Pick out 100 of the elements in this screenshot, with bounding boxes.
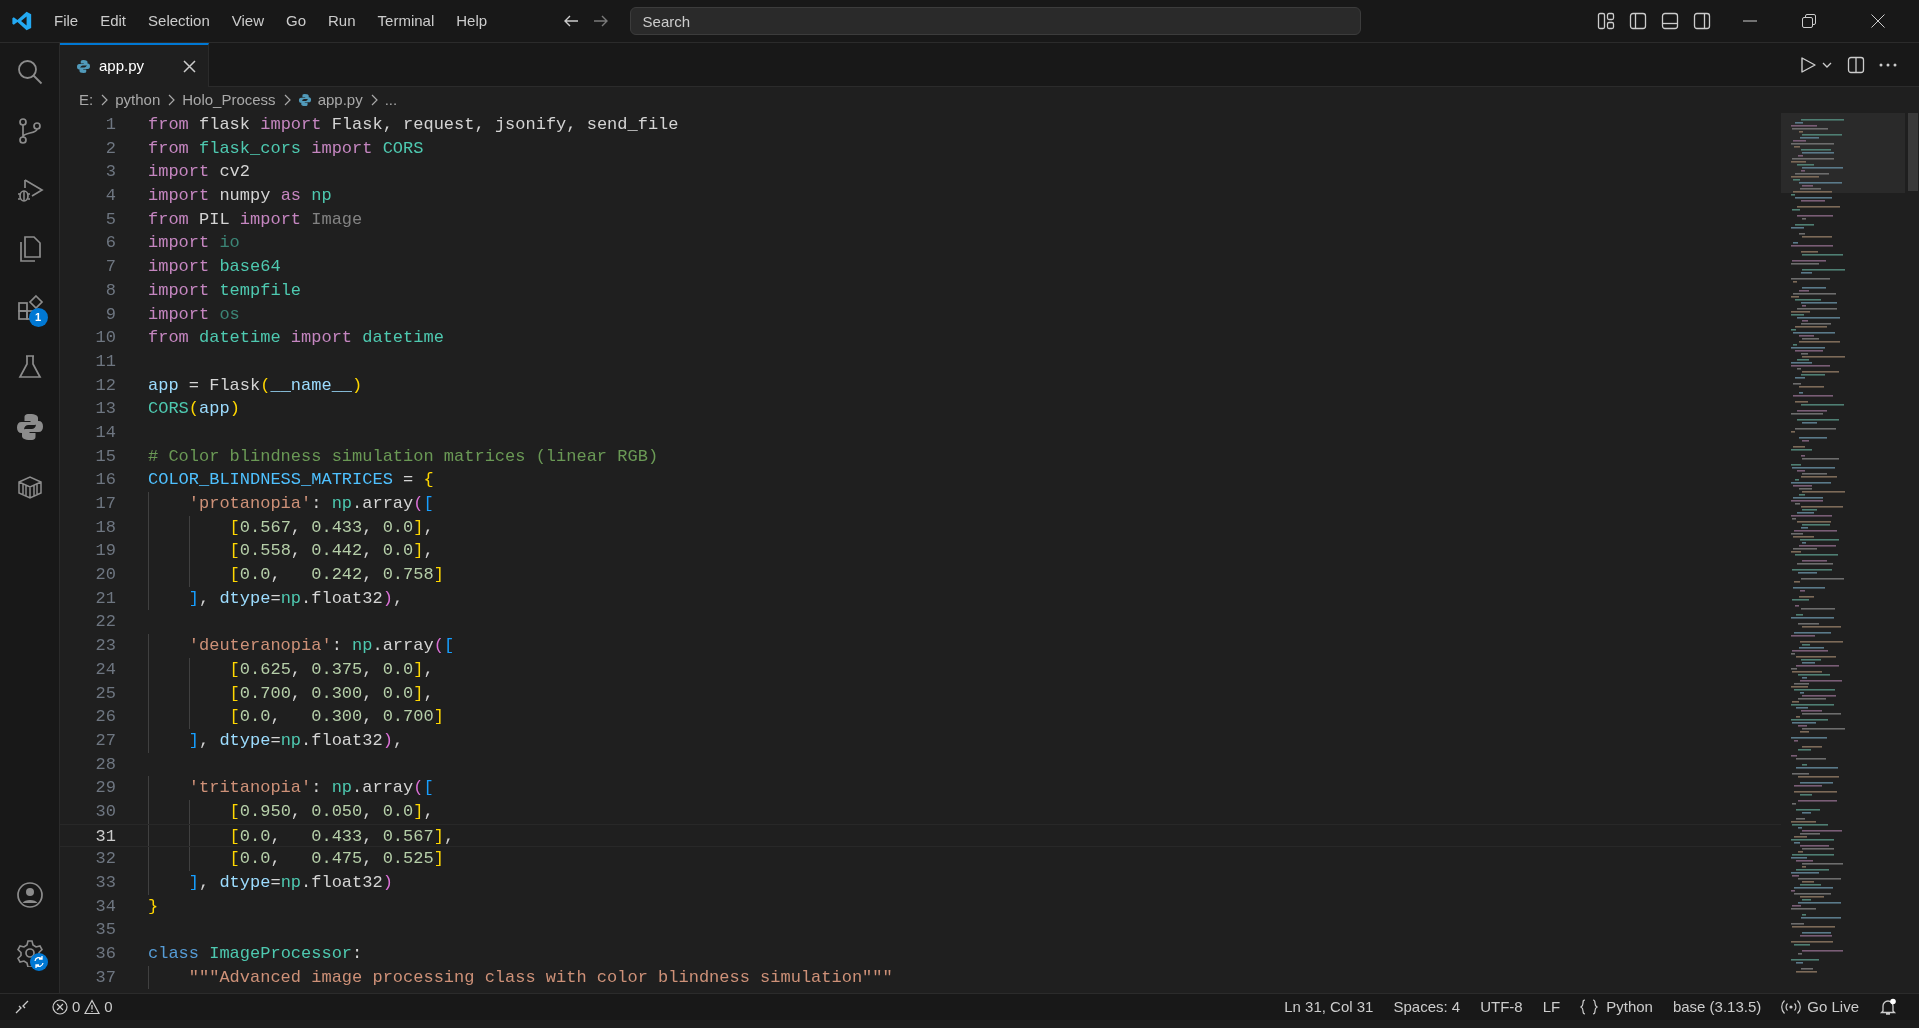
extensions-icon[interactable] xyxy=(15,294,44,322)
line-number: 6 xyxy=(104,232,116,255)
line-number: 8 xyxy=(104,279,116,302)
line-number: 17 xyxy=(94,493,116,515)
search-field[interactable]: Search xyxy=(629,7,1361,35)
warning-icon[interactable] xyxy=(84,999,101,1015)
bottom-panel-icon[interactable] xyxy=(1661,12,1679,30)
play-bug-icon[interactable] xyxy=(15,176,44,204)
code-line: ], dtype=np.float32), xyxy=(187,730,404,750)
line-ending-status[interactable]: LF xyxy=(1542,995,1561,1019)
breadcrumb-item[interactable]: E: xyxy=(79,88,94,112)
split-editor-icon[interactable] xyxy=(1847,55,1865,74)
code-line: ], dtype=np.float32) xyxy=(187,873,393,892)
bell-icon[interactable] xyxy=(1879,998,1897,1016)
broadcast-icon[interactable] xyxy=(1781,999,1802,1015)
code-line: COLOR_BLINDNESS_MATRICES = { xyxy=(148,470,434,490)
snake-icon xyxy=(76,58,91,74)
code-line: import os xyxy=(148,304,240,324)
cursor-position[interactable]: Ln 31, Col 31 xyxy=(1284,995,1374,1019)
go-live-status[interactable]: Go Live xyxy=(1807,995,1859,1019)
line-number: 28 xyxy=(94,753,116,776)
box-icon[interactable] xyxy=(15,473,44,501)
line-number: 13 xyxy=(94,398,116,421)
line-number: 36 xyxy=(94,943,116,966)
line-number: 14 xyxy=(94,421,116,444)
chevron-right-icon xyxy=(166,94,177,106)
sync-badge-icon xyxy=(29,953,48,971)
language-status[interactable]: Python xyxy=(1606,995,1653,1019)
search-icon[interactable] xyxy=(15,58,44,86)
braces-icon[interactable] xyxy=(1580,999,1599,1015)
line-number: 32 xyxy=(94,848,116,871)
warning-count[interactable]: 0 xyxy=(104,995,113,1019)
code-line: from PIL import Image xyxy=(148,209,363,229)
line-number: 31 xyxy=(94,825,116,847)
line-number: 12 xyxy=(94,374,116,397)
left-panel-icon[interactable] xyxy=(1629,12,1647,30)
remote-icon[interactable] xyxy=(14,999,30,1015)
line-number: 9 xyxy=(104,303,116,326)
line-number: 11 xyxy=(94,350,116,373)
breadcrumb-item[interactable]: Holo_Process xyxy=(182,88,276,112)
breadcrumb-item[interactable]: python xyxy=(115,88,161,112)
menu-item[interactable]: Run xyxy=(318,6,366,36)
code-comment: # Color blindness simulation matrices (linear RGB) xyxy=(148,446,659,466)
more-icon[interactable] xyxy=(1879,62,1897,67)
code-line: CORS(app) xyxy=(148,399,240,419)
code-line: import base64 xyxy=(148,257,281,277)
line-number: 37 xyxy=(94,966,116,989)
breadcrumb-item[interactable]: ... xyxy=(384,88,398,112)
error-icon[interactable] xyxy=(52,999,68,1015)
menu-item[interactable]: Selection xyxy=(138,6,220,36)
code-line: [0.0, 0.242, 0.758] xyxy=(228,565,444,585)
chevron-right-icon xyxy=(99,94,110,106)
indentation-status[interactable]: Spaces: 4 xyxy=(1393,995,1461,1019)
code-line: [0.625, 0.375, 0.0], xyxy=(228,659,434,679)
code-line: from datetime import datetime xyxy=(148,328,444,348)
line-number: 22 xyxy=(94,611,116,634)
code-line: [0.558, 0.442, 0.0], xyxy=(228,541,434,561)
gear-icon[interactable] xyxy=(15,939,44,967)
line-number: 23 xyxy=(94,635,116,658)
line-number: 20 xyxy=(94,564,116,587)
close-icon[interactable] xyxy=(183,59,196,73)
code-line: [0.700, 0.300, 0.0], xyxy=(228,683,434,703)
code-line: [0.950, 0.050, 0.0], xyxy=(228,801,434,821)
breadcrumb-item[interactable]: app.py xyxy=(297,88,363,112)
right-panel-icon[interactable] xyxy=(1693,12,1711,30)
line-number: 27 xyxy=(94,729,116,752)
menu-item[interactable]: File xyxy=(44,6,89,36)
menu-item[interactable]: Help xyxy=(446,6,498,36)
menu-item[interactable]: Terminal xyxy=(367,6,445,36)
menu-item[interactable]: View xyxy=(221,6,274,36)
menu-item[interactable]: Edit xyxy=(90,6,137,36)
close-icon[interactable] xyxy=(1871,14,1885,28)
code-line: ], dtype=np.float32), xyxy=(187,588,404,608)
line-number: 16 xyxy=(94,469,116,492)
code-line: import cv2 xyxy=(148,162,251,182)
code-line: import numpy as np xyxy=(148,186,332,206)
interpreter-status[interactable]: base (3.13.5) xyxy=(1672,995,1762,1019)
line-number: 25 xyxy=(94,682,116,705)
app-logo-icon xyxy=(11,10,33,32)
menu-item[interactable]: Go xyxy=(276,6,316,36)
line-number: 30 xyxy=(94,800,116,823)
code-line: """Advanced image processing class with color blindness simulation""" xyxy=(187,967,893,987)
code-line: [0.0, 0.475, 0.525] xyxy=(228,849,444,869)
editor-tab[interactable]: app.py xyxy=(60,43,209,87)
snake-icon[interactable] xyxy=(14,412,45,442)
line-number: 4 xyxy=(104,185,116,208)
account-icon[interactable] xyxy=(15,881,44,909)
layout-icon[interactable] xyxy=(1597,12,1615,30)
line-number: 5 xyxy=(104,208,116,231)
error-count[interactable]: 0 xyxy=(72,995,81,1019)
encoding-status[interactable]: UTF-8 xyxy=(1480,995,1523,1019)
line-number: 21 xyxy=(94,587,116,610)
code-line: import tempfile xyxy=(148,280,302,300)
code-line: } xyxy=(148,896,159,916)
line-number: 26 xyxy=(94,706,116,729)
restore-icon[interactable] xyxy=(1802,14,1816,28)
notification-badge: 1 xyxy=(28,308,48,327)
line-number: 33 xyxy=(94,872,116,894)
line-number: 19 xyxy=(94,540,116,563)
run-icon[interactable] xyxy=(1799,55,1817,74)
